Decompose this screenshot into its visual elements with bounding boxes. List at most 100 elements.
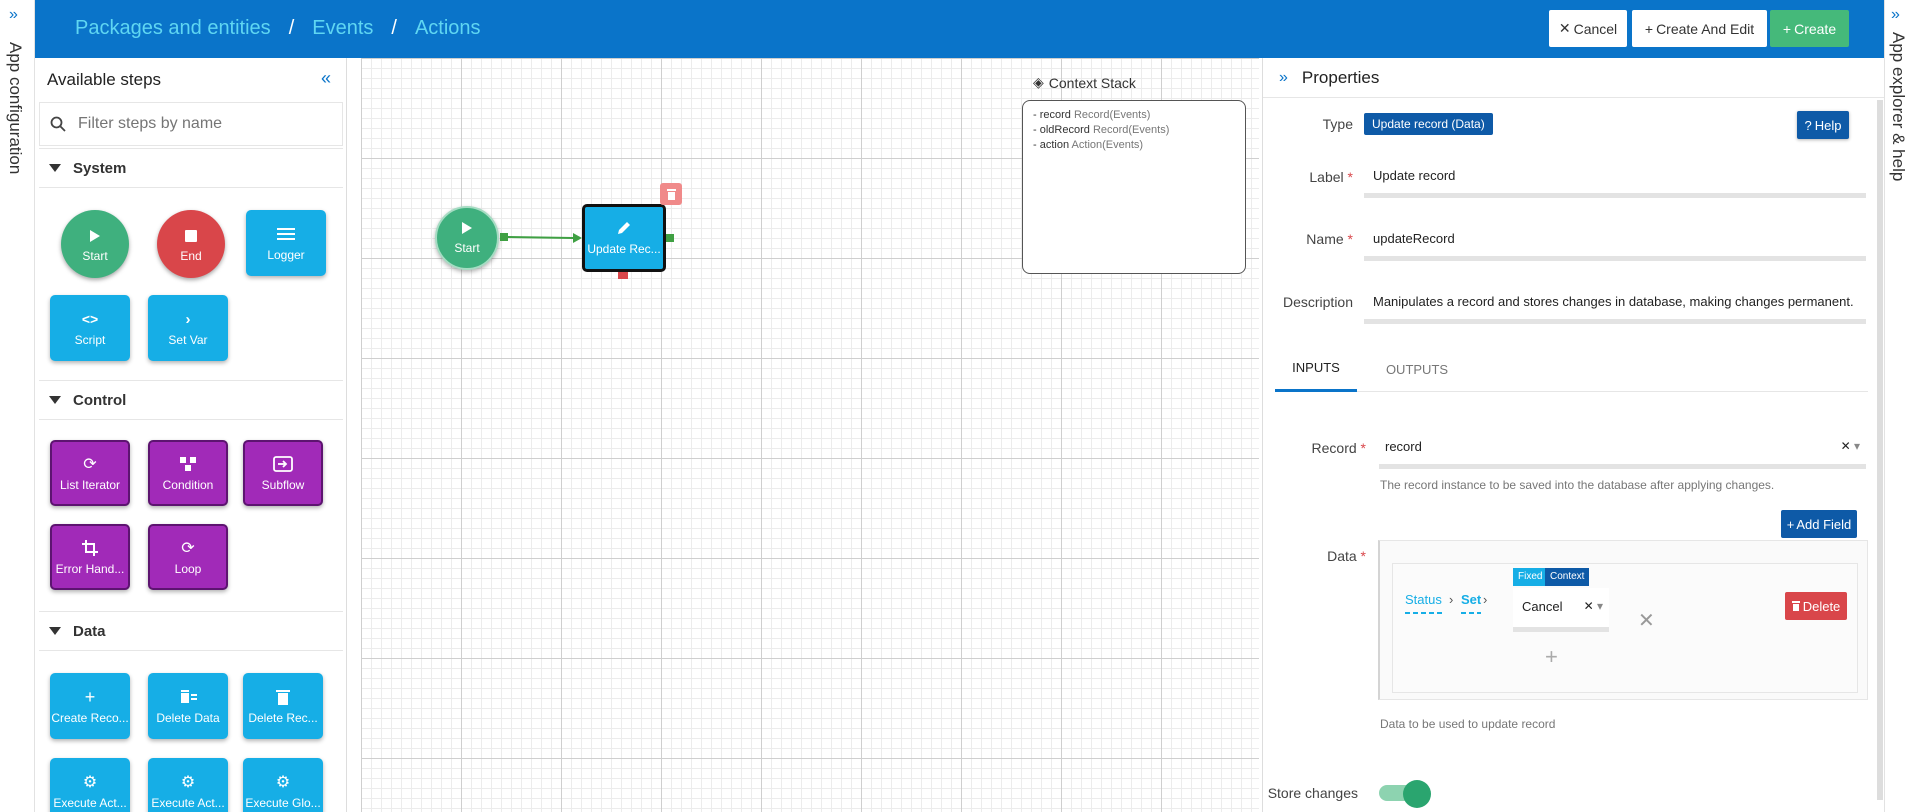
cancel-button[interactable]: ✕ Cancel (1549, 10, 1627, 47)
create-and-edit-label: Create And Edit (1656, 20, 1755, 37)
context-entry: - action Action(Events) (1033, 139, 1144, 151)
step-execute-action-1-label: Execute Act... (53, 796, 127, 810)
expand-chevron-icon[interactable]: » (1891, 6, 1900, 24)
expand-chevron-icon[interactable]: » (9, 6, 18, 24)
breadcrumb-actions[interactable]: Actions (415, 17, 481, 40)
store-changes-toggle[interactable] (1379, 780, 1431, 808)
properties-scrollbar[interactable] (1877, 100, 1883, 800)
create-button[interactable]: + Create (1770, 10, 1849, 47)
plus-icon: + (1786, 516, 1795, 532)
help-button-label: Help (1814, 117, 1842, 133)
type-badge: Update record (Data) (1364, 113, 1493, 135)
step-error-handler[interactable]: Error Hand... (50, 524, 130, 590)
canvas-node-update-record[interactable]: Update Rec... (582, 204, 666, 272)
step-subflow[interactable]: Subflow (243, 440, 323, 506)
caret-down-icon (49, 396, 61, 404)
record-select-value: record (1385, 439, 1422, 454)
help-button[interactable]: ? Help (1797, 111, 1849, 139)
step-execute-action-2[interactable]: ⚙ Execute Act... (148, 758, 228, 812)
breadcrumb-packages[interactable]: Packages and entities (75, 17, 271, 40)
app-configuration-label: App configuration (6, 42, 25, 175)
tab-bar: INPUTS OUTPUTS (1275, 346, 1868, 392)
type-label: Type (1322, 116, 1353, 132)
step-logger[interactable]: Logger (246, 210, 326, 276)
canvas-node-update-label: Update Rec... (587, 242, 661, 256)
record-select[interactable]: record ✕ ▾ (1379, 427, 1866, 469)
dash-underline (1405, 612, 1442, 614)
flow-canvas[interactable]: Start Update Rec... ◈ Context Stack - re… (361, 58, 1259, 812)
step-end[interactable]: End (157, 210, 225, 278)
step-execute-action-1[interactable]: ⚙ Execute Act... (50, 758, 130, 812)
step-set-var[interactable]: › Set Var (148, 295, 228, 361)
breadcrumb: Packages and entities / Events / Actions (75, 17, 481, 40)
section-system[interactable]: System (39, 148, 343, 188)
filter-steps-field[interactable] (39, 102, 343, 146)
context-entry-type: Action(Events) (1071, 139, 1144, 151)
path-set-link[interactable]: Set (1461, 592, 1482, 614)
step-loop-label: Loop (174, 562, 202, 576)
step-list-iterator[interactable]: ⟳ List Iterator (50, 440, 130, 506)
step-script[interactable]: <> Script (50, 295, 130, 361)
step-list-iterator-label: List Iterator (59, 478, 121, 492)
context-toggle[interactable]: Context (1545, 568, 1590, 586)
name-input[interactable]: updateRecord (1364, 219, 1866, 261)
fixed-toggle[interactable]: Fixed (1513, 568, 1548, 586)
breadcrumb-separator: / (391, 17, 397, 39)
name-field-label-text: Name (1306, 231, 1344, 247)
expand-chevron-icon[interactable]: » (1279, 69, 1288, 87)
remove-x-icon[interactable]: ✕ (1638, 608, 1655, 633)
section-data[interactable]: Data (39, 611, 343, 651)
tab-inputs[interactable]: INPUTS (1275, 346, 1357, 392)
step-delete-data[interactable]: Delete Data (148, 673, 228, 739)
add-field-button[interactable]: + Add Field (1781, 510, 1857, 538)
app-explorer-strip[interactable]: » App explorer & help (1884, 0, 1911, 812)
step-execute-action-2-label: Execute Act... (151, 796, 225, 810)
step-create-record[interactable]: + Create Reco... (50, 673, 130, 739)
create-and-edit-button[interactable]: + Create And Edit (1632, 10, 1767, 47)
step-start-label: Start (82, 248, 108, 263)
data-hint: Data to be used to update record (1380, 717, 1556, 731)
delete-button[interactable]: Delete (1785, 592, 1847, 620)
step-loop[interactable]: ⟳ Loop (148, 524, 228, 590)
step-error-handler-label: Error Hand... (55, 562, 125, 576)
clear-x-icon[interactable]: ✕ (1584, 599, 1594, 613)
top-header: Packages and entities / Events / Actions… (35, 0, 1884, 58)
caret-down-icon (49, 627, 61, 635)
properties-header: » Properties (1263, 58, 1884, 98)
cog-box-icon: ⚙ (275, 774, 291, 791)
step-execute-global[interactable]: ⚙ Execute Glo... (243, 758, 323, 812)
help-circle-icon: ? (1804, 117, 1812, 133)
label-input[interactable]: Update record (1364, 156, 1866, 198)
caret-down-icon[interactable]: ▾ (1854, 439, 1860, 453)
step-delete-record[interactable]: Delete Rec... (243, 673, 323, 739)
description-field-label: Description (1282, 294, 1353, 310)
description-input[interactable]: Manipulates a record and stores changes … (1364, 282, 1866, 324)
clear-x-icon[interactable]: ✕ (1841, 439, 1851, 453)
breadcrumb-events[interactable]: Events (312, 17, 373, 40)
delete-button-label: Delete (1802, 598, 1841, 614)
path-set-text: Set (1461, 592, 1482, 607)
steps-panel-title: Available steps (47, 70, 162, 89)
node-delete-trash-icon[interactable] (660, 183, 682, 205)
record-field-label-text: Record (1311, 440, 1357, 456)
stop-icon (185, 226, 197, 246)
sync-icon: ⟳ (181, 540, 195, 557)
step-logger-label: Logger (267, 248, 305, 262)
collapse-chevron-icon[interactable]: « (321, 68, 331, 89)
tab-outputs[interactable]: OUTPUTS (1371, 346, 1463, 392)
code-icon: <> (81, 311, 99, 327)
filter-steps-input[interactable] (78, 115, 328, 133)
list-lines-icon (277, 224, 295, 244)
data-value-select[interactable]: Cancel ✕ ▾ (1513, 588, 1609, 632)
step-start[interactable]: Start (61, 210, 129, 278)
caret-down-icon[interactable]: ▾ (1597, 599, 1603, 613)
context-entry-name: action (1039, 139, 1070, 151)
trash-icon (1791, 599, 1800, 614)
section-control[interactable]: Control (39, 380, 343, 420)
add-row-plus-icon[interactable]: + (1545, 644, 1558, 670)
step-delete-record-label: Delete Rec... (248, 711, 318, 725)
step-end-label: End (180, 248, 202, 263)
app-configuration-strip[interactable]: » App configuration (0, 0, 35, 812)
path-status-link[interactable]: Status (1405, 592, 1442, 614)
step-condition[interactable]: Condition (148, 440, 228, 506)
